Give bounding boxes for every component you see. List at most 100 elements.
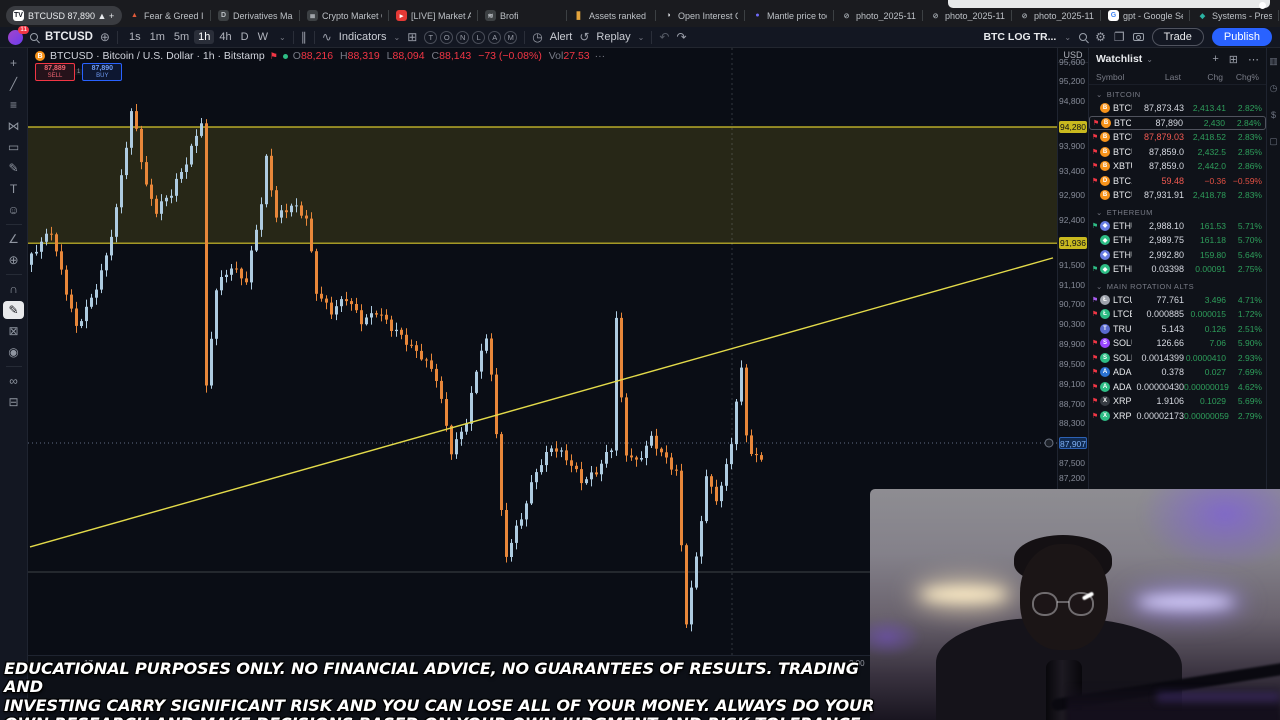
flag-icon[interactable]: ⚑ xyxy=(1091,265,1099,273)
flag-icon[interactable]: ⚑ xyxy=(1091,177,1099,185)
panel-columns-icon[interactable]: ▥ xyxy=(1269,56,1278,67)
watchlist-section-header[interactable]: ⌄ ETHEREUM xyxy=(1089,206,1266,219)
layout-name-button[interactable]: BTC LOG TR... xyxy=(983,31,1056,43)
browser-tab[interactable]: ● Mantle price today,... xyxy=(745,6,834,25)
watchlist-title[interactable]: Watchlist xyxy=(1096,53,1142,65)
browser-tab[interactable]: ▸ [LIVE] Market Analys... xyxy=(389,6,478,25)
timeframe-chevron-icon[interactable]: ⌄ xyxy=(279,33,286,42)
layout-letter-l[interactable]: L xyxy=(472,30,486,44)
layout-letter-o[interactable]: O xyxy=(440,30,454,44)
watchlist-row[interactable]: ⚑BXBTUSD.P 87,859.0 2,442.0 2.86% xyxy=(1089,159,1266,174)
buy-button[interactable]: 87,890 BUY xyxy=(82,63,123,82)
flag-icon[interactable]: ⚑ xyxy=(270,51,278,62)
lock-tool[interactable]: ⊠ xyxy=(3,322,24,340)
watchlist-row[interactable]: ⚑AADAUSD 0.378 0.027 7.69% xyxy=(1089,365,1266,380)
flag-icon[interactable]: ⚑ xyxy=(1091,148,1099,156)
flag-icon[interactable]: ⚑ xyxy=(1091,383,1099,391)
watchlist-row[interactable]: ⚑XXRPUSD 1.9106 0.1029 5.69% xyxy=(1089,394,1266,409)
watchlist-row[interactable]: ⚑◆ETHBTC 0.03398 0.00091 2.75% xyxy=(1089,262,1266,277)
replay-chevron-icon[interactable]: ⌄ xyxy=(638,33,645,42)
timeframe-1h[interactable]: 1h xyxy=(194,30,215,44)
watchlist-row[interactable]: ⚑XXRPBTC 0.000021730.00000059 2.79% xyxy=(1089,409,1266,424)
candle-style-icon[interactable]: ∥ xyxy=(301,30,307,44)
hide-tool[interactable]: ◉ xyxy=(3,343,24,361)
measure-tool[interactable]: ∠ xyxy=(3,230,24,248)
watchlist-row[interactable]: ⚑ŁLTCBTC 0.000885 0.000015 1.72% xyxy=(1089,307,1266,322)
trendline-tool[interactable]: ╱ xyxy=(3,75,24,93)
legend-more-icon[interactable]: ··· xyxy=(595,50,606,62)
browser-tab[interactable]: ▲ Fear & Greed Index -... xyxy=(122,6,211,25)
watchlist-row[interactable]: ⚑BBTCUSD.P 87,859.0 2,432.5 2.85% xyxy=(1089,145,1266,160)
watchlist-row[interactable]: BBTCUSD 87,931.91 2,418.78 2.83% xyxy=(1089,188,1266,203)
search-icon[interactable] xyxy=(30,33,38,41)
watchlist-row[interactable]: ⚑SSOLBTC 0.00143990.0000410 2.93% xyxy=(1089,351,1266,366)
indicators-chevron-icon[interactable]: ⌄ xyxy=(393,33,400,42)
flag-icon[interactable]: ⚑ xyxy=(1091,296,1099,304)
watchlist-row[interactable]: ⚑◆ETHUSD 2,988.10 161.53 5.71% xyxy=(1089,219,1266,234)
watchlist-row[interactable]: ◆ETHUSDT 2,989.75 161.18 5.70% xyxy=(1089,233,1266,248)
ideas-dollar-icon[interactable]: $ xyxy=(1271,110,1276,120)
flag-icon[interactable]: ⚑ xyxy=(1091,397,1099,405)
timeframe-1s[interactable]: 1s xyxy=(125,30,145,44)
column-header-chg[interactable]: Chg xyxy=(1181,72,1223,82)
crosshair-tool[interactable]: + xyxy=(3,54,24,72)
magnet-tool[interactable]: ∩ xyxy=(3,280,24,298)
quick-search-icon[interactable] xyxy=(1079,33,1088,41)
brush-tool[interactable]: ✎ xyxy=(3,159,24,177)
undo-icon[interactable]: ↶ xyxy=(659,30,669,44)
flag-icon[interactable]: ⚑ xyxy=(1092,119,1100,127)
symbol-search-button[interactable]: BTCUSD xyxy=(45,31,93,43)
text-tool[interactable]: T xyxy=(3,180,24,198)
column-header-chgp[interactable]: Chg% xyxy=(1223,72,1259,82)
watchlist-section-header[interactable]: ⌄ BITCOIN xyxy=(1089,88,1266,101)
column-header-symbol[interactable]: Symbol xyxy=(1096,72,1129,82)
pattern-tool[interactable]: ⋈ xyxy=(3,117,24,135)
flag-icon[interactable]: ⚑ xyxy=(1091,162,1099,170)
hotlist-icon[interactable]: ▢ xyxy=(1269,136,1278,147)
flag-icon[interactable]: ⚑ xyxy=(1091,354,1099,362)
watchlist-row[interactable]: BBTCUSD 87,873.43 2,413.41 2.82% xyxy=(1089,101,1266,116)
layout-letter-t[interactable]: T xyxy=(424,30,438,44)
sell-button[interactable]: 87,889 SELL xyxy=(35,63,75,82)
watchlist-row[interactable]: TTRUMPUS 5.143 0.126 2.51% xyxy=(1089,322,1266,337)
layout-letter-n[interactable]: N xyxy=(456,30,470,44)
edit-tool[interactable]: ✎ xyxy=(3,301,24,319)
layout-grid-icon[interactable]: ⊞ xyxy=(407,30,417,44)
watchlist-row[interactable]: ⚑DBTC.D 59.48 −0.36 −0.59% xyxy=(1089,174,1266,189)
snapshot-camera-icon[interactable] xyxy=(1132,33,1144,41)
watchlist-section-header[interactable]: ⌄ MAIN ROTATION ALTS xyxy=(1089,280,1266,293)
browser-tab[interactable]: ⊘ photo_2025-11-18_1... xyxy=(923,6,1012,25)
layout-letter-a[interactable]: A xyxy=(488,30,502,44)
browser-tab[interactable]: TV BTCUSD 87,890 ▲ +... xyxy=(6,6,122,25)
replay-button[interactable]: Replay xyxy=(596,31,630,43)
watchlist-row[interactable]: ⚑ŁLTCUSD 77.761 3.496 4.71% xyxy=(1089,293,1266,308)
browser-tab[interactable]: ⊘ photo_2025-11-18_1... xyxy=(834,6,923,25)
browser-tab[interactable]: D Derivatives Market |... xyxy=(211,6,300,25)
flag-icon[interactable]: ⚑ xyxy=(1091,339,1099,347)
browser-tab[interactable]: ⊘ photo_2025-11-18_1... xyxy=(1012,6,1101,25)
link-tool[interactable]: ∞ xyxy=(3,372,24,390)
legend-title[interactable]: BTCUSD · Bitcoin / U.S. Dollar · 1h · Bi… xyxy=(50,50,265,62)
fib-tool[interactable]: ≡ xyxy=(3,96,24,114)
layout-letter-m[interactable]: M xyxy=(504,30,518,44)
watchlist-row[interactable]: ⚑AADABTC 0.000004300.00000019 4.62% xyxy=(1089,380,1266,395)
flag-icon[interactable]: ⚑ xyxy=(1091,412,1099,420)
position-tool[interactable]: ▭ xyxy=(3,138,24,156)
browser-tab[interactable]: ▋ Assets ranked by Ma... xyxy=(567,6,656,25)
alerts-clock-icon[interactable]: ◷ xyxy=(1270,83,1278,94)
add-symbol-icon[interactable]: + xyxy=(1212,53,1218,65)
trade-button[interactable]: Trade xyxy=(1151,28,1204,46)
timeframe-1m[interactable]: 1m xyxy=(146,30,169,44)
redo-icon[interactable]: ↷ xyxy=(676,30,686,44)
flag-icon[interactable]: ⚑ xyxy=(1091,368,1099,376)
publish-button[interactable]: Publish xyxy=(1211,28,1272,46)
timeframe-5m[interactable]: 5m xyxy=(170,30,193,44)
watchlist-row[interactable]: ◆ETHUSD 2,992.80 159.80 5.64% xyxy=(1089,248,1266,263)
timeframe-D[interactable]: D xyxy=(237,30,253,44)
fullscreen-icon[interactable]: ❐ xyxy=(1114,30,1125,44)
flag-icon[interactable]: ⚑ xyxy=(1091,310,1099,318)
browser-tab[interactable]: ◑ Open Interest Chart... xyxy=(656,6,745,25)
column-header-last[interactable]: Last xyxy=(1129,72,1181,82)
browser-tab[interactable]: Ggpt - Google Search xyxy=(1101,6,1190,25)
alert-button[interactable]: Alert xyxy=(550,31,573,43)
